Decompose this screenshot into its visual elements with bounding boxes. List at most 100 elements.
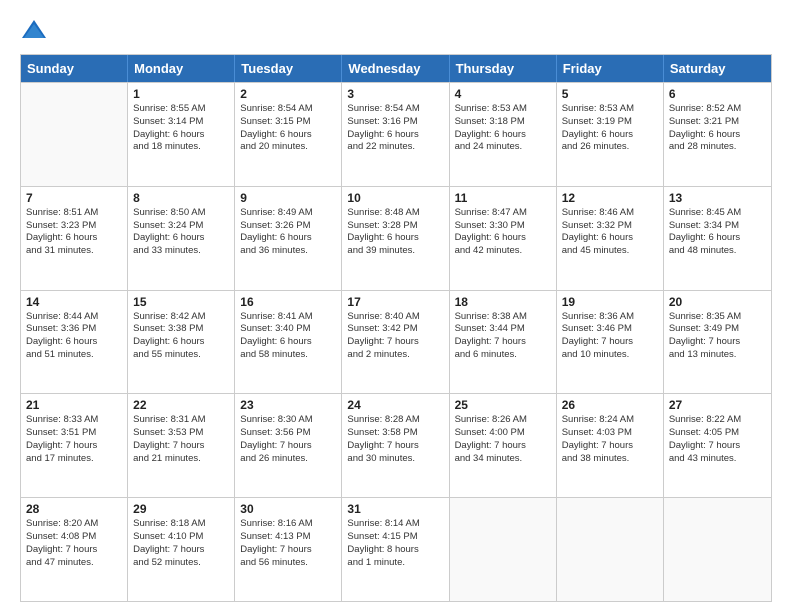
cell-day-number: 2 — [240, 87, 336, 101]
cell-day-number: 4 — [455, 87, 551, 101]
cell-day-number: 24 — [347, 398, 443, 412]
cell-info: Sunrise: 8:49 AM Sunset: 3:26 PM Dayligh… — [240, 207, 336, 258]
logo-icon — [20, 16, 48, 44]
cell-info: Sunrise: 8:18 AM Sunset: 4:10 PM Dayligh… — [133, 518, 229, 569]
cell-day-number: 1 — [133, 87, 229, 101]
calendar-cell: 23 Sunrise: 8:30 AM Sunset: 3:56 PM Dayli… — [235, 394, 342, 497]
cell-info: Sunrise: 8:50 AM Sunset: 3:24 PM Dayligh… — [133, 207, 229, 258]
cell-info: Sunrise: 8:55 AM Sunset: 3:14 PM Dayligh… — [133, 103, 229, 154]
calendar-cell: 11 Sunrise: 8:47 AM Sunset: 3:30 PM Dayli… — [450, 187, 557, 290]
calendar-cell: 4 Sunrise: 8:53 AM Sunset: 3:18 PM Daylig… — [450, 83, 557, 186]
calendar-cell: 19 Sunrise: 8:36 AM Sunset: 3:46 PM Dayli… — [557, 291, 664, 394]
cell-info: Sunrise: 8:38 AM Sunset: 3:44 PM Dayligh… — [455, 311, 551, 362]
cell-info: Sunrise: 8:44 AM Sunset: 3:36 PM Dayligh… — [26, 311, 122, 362]
cell-info: Sunrise: 8:47 AM Sunset: 3:30 PM Dayligh… — [455, 207, 551, 258]
cell-info: Sunrise: 8:31 AM Sunset: 3:53 PM Dayligh… — [133, 414, 229, 465]
calendar-cell: 28Sunrise: 8:20 AM Sunset: 4:08 PM Dayli… — [21, 498, 128, 601]
calendar-cell: 1 Sunrise: 8:55 AM Sunset: 3:14 PM Daylig… — [128, 83, 235, 186]
calendar-cell: 7 Sunrise: 8:51 AM Sunset: 3:23 PM Daylig… — [21, 187, 128, 290]
calendar-cell: 26Sunrise: 8:24 AM Sunset: 4:03 PM Dayli… — [557, 394, 664, 497]
cell-day-number: 30 — [240, 502, 336, 516]
calendar-cell: 31 Sunrise: 8:14 AM Sunset: 4:15 PM Dayli… — [342, 498, 449, 601]
week-row-2: 14 Sunrise: 8:44 AM Sunset: 3:36 PM Dayli… — [21, 290, 771, 394]
header — [20, 16, 772, 44]
cell-day-number: 17 — [347, 295, 443, 309]
logo — [20, 16, 52, 44]
calendar-cell: 6Sunrise: 8:52 AM Sunset: 3:21 PM Daylig… — [664, 83, 771, 186]
cell-day-number: 5 — [562, 87, 658, 101]
calendar-cell: 17 Sunrise: 8:40 AM Sunset: 3:42 PM Dayli… — [342, 291, 449, 394]
cell-day-number: 16 — [240, 295, 336, 309]
cell-info: Sunrise: 8:30 AM Sunset: 3:56 PM Dayligh… — [240, 414, 336, 465]
cell-info: Sunrise: 8:54 AM Sunset: 3:16 PM Dayligh… — [347, 103, 443, 154]
header-cell-tuesday: Tuesday — [235, 55, 342, 82]
cell-info: Sunrise: 8:28 AM Sunset: 3:58 PM Dayligh… — [347, 414, 443, 465]
calendar-cell: 24 Sunrise: 8:28 AM Sunset: 3:58 PM Dayli… — [342, 394, 449, 497]
calendar: SundayMondayTuesdayWednesdayThursdayFrid… — [20, 54, 772, 602]
header-cell-thursday: Thursday — [450, 55, 557, 82]
cell-info: Sunrise: 8:53 AM Sunset: 3:19 PM Dayligh… — [562, 103, 658, 154]
calendar-cell — [664, 498, 771, 601]
cell-info: Sunrise: 8:35 AM Sunset: 3:49 PM Dayligh… — [669, 311, 766, 362]
cell-day-number: 20 — [669, 295, 766, 309]
cell-info: Sunrise: 8:45 AM Sunset: 3:34 PM Dayligh… — [669, 207, 766, 258]
cell-info: Sunrise: 8:26 AM Sunset: 4:00 PM Dayligh… — [455, 414, 551, 465]
cell-day-number: 12 — [562, 191, 658, 205]
calendar-cell: 2 Sunrise: 8:54 AM Sunset: 3:15 PM Daylig… — [235, 83, 342, 186]
calendar-cell: 3 Sunrise: 8:54 AM Sunset: 3:16 PM Daylig… — [342, 83, 449, 186]
cell-day-number: 8 — [133, 191, 229, 205]
calendar-cell: 14 Sunrise: 8:44 AM Sunset: 3:36 PM Dayli… — [21, 291, 128, 394]
cell-info: Sunrise: 8:51 AM Sunset: 3:23 PM Dayligh… — [26, 207, 122, 258]
cell-info: Sunrise: 8:40 AM Sunset: 3:42 PM Dayligh… — [347, 311, 443, 362]
page: SundayMondayTuesdayWednesdayThursdayFrid… — [0, 0, 792, 612]
calendar-cell: 25 Sunrise: 8:26 AM Sunset: 4:00 PM Dayli… — [450, 394, 557, 497]
week-row-3: 21 Sunrise: 8:33 AM Sunset: 3:51 PM Dayli… — [21, 393, 771, 497]
calendar-cell: 10 Sunrise: 8:48 AM Sunset: 3:28 PM Dayli… — [342, 187, 449, 290]
cell-day-number: 13 — [669, 191, 766, 205]
cell-day-number: 25 — [455, 398, 551, 412]
calendar-cell: 18 Sunrise: 8:38 AM Sunset: 3:44 PM Dayli… — [450, 291, 557, 394]
cell-day-number: 14 — [26, 295, 122, 309]
cell-day-number: 9 — [240, 191, 336, 205]
cell-day-number: 23 — [240, 398, 336, 412]
calendar-cell: 29Sunrise: 8:18 AM Sunset: 4:10 PM Dayli… — [128, 498, 235, 601]
calendar-cell: 22Sunrise: 8:31 AM Sunset: 3:53 PM Dayli… — [128, 394, 235, 497]
calendar-cell: 12 Sunrise: 8:46 AM Sunset: 3:32 PM Dayli… — [557, 187, 664, 290]
header-cell-friday: Friday — [557, 55, 664, 82]
calendar-cell — [450, 498, 557, 601]
cell-day-number: 21 — [26, 398, 122, 412]
cell-day-number: 7 — [26, 191, 122, 205]
cell-day-number: 31 — [347, 502, 443, 516]
calendar-cell: 20 Sunrise: 8:35 AM Sunset: 3:49 PM Dayli… — [664, 291, 771, 394]
calendar-cell: 8 Sunrise: 8:50 AM Sunset: 3:24 PM Daylig… — [128, 187, 235, 290]
cell-info: Sunrise: 8:53 AM Sunset: 3:18 PM Dayligh… — [455, 103, 551, 154]
cell-info: Sunrise: 8:22 AM Sunset: 4:05 PM Dayligh… — [669, 414, 766, 465]
cell-day-number: 11 — [455, 191, 551, 205]
week-row-0: 1 Sunrise: 8:55 AM Sunset: 3:14 PM Daylig… — [21, 82, 771, 186]
cell-day-number: 6 — [669, 87, 766, 101]
cell-info: Sunrise: 8:41 AM Sunset: 3:40 PM Dayligh… — [240, 311, 336, 362]
cell-day-number: 10 — [347, 191, 443, 205]
cell-info: Sunrise: 8:24 AM Sunset: 4:03 PM Dayligh… — [562, 414, 658, 465]
calendar-cell: 9 Sunrise: 8:49 AM Sunset: 3:26 PM Daylig… — [235, 187, 342, 290]
header-cell-saturday: Saturday — [664, 55, 771, 82]
week-row-1: 7 Sunrise: 8:51 AM Sunset: 3:23 PM Daylig… — [21, 186, 771, 290]
cell-day-number: 19 — [562, 295, 658, 309]
calendar-cell: 13 Sunrise: 8:45 AM Sunset: 3:34 PM Dayli… — [664, 187, 771, 290]
calendar-cell: 5 Sunrise: 8:53 AM Sunset: 3:19 PM Daylig… — [557, 83, 664, 186]
header-cell-monday: Monday — [128, 55, 235, 82]
cell-day-number: 27 — [669, 398, 766, 412]
cell-info: Sunrise: 8:36 AM Sunset: 3:46 PM Dayligh… — [562, 311, 658, 362]
header-cell-sunday: Sunday — [21, 55, 128, 82]
week-row-4: 28Sunrise: 8:20 AM Sunset: 4:08 PM Dayli… — [21, 497, 771, 601]
cell-day-number: 18 — [455, 295, 551, 309]
cell-info: Sunrise: 8:48 AM Sunset: 3:28 PM Dayligh… — [347, 207, 443, 258]
cell-info: Sunrise: 8:46 AM Sunset: 3:32 PM Dayligh… — [562, 207, 658, 258]
cell-info: Sunrise: 8:42 AM Sunset: 3:38 PM Dayligh… — [133, 311, 229, 362]
cell-day-number: 3 — [347, 87, 443, 101]
cell-info: Sunrise: 8:54 AM Sunset: 3:15 PM Dayligh… — [240, 103, 336, 154]
calendar-cell: 15Sunrise: 8:42 AM Sunset: 3:38 PM Dayli… — [128, 291, 235, 394]
cell-info: Sunrise: 8:33 AM Sunset: 3:51 PM Dayligh… — [26, 414, 122, 465]
cell-info: Sunrise: 8:14 AM Sunset: 4:15 PM Dayligh… — [347, 518, 443, 569]
cell-info: Sunrise: 8:16 AM Sunset: 4:13 PM Dayligh… — [240, 518, 336, 569]
